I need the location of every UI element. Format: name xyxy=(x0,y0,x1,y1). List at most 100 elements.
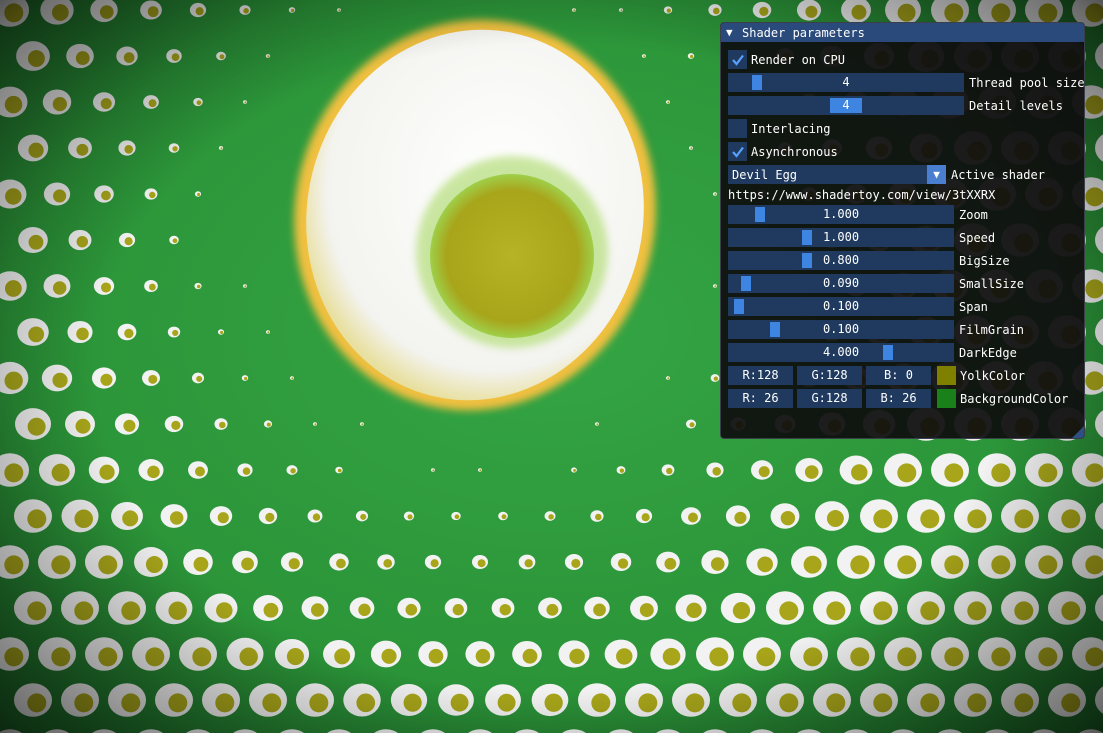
small-egg-yolk xyxy=(991,555,1011,575)
small-egg-yolk xyxy=(732,693,752,713)
param-row-smallsize: 0.090 SmallSize xyxy=(728,274,1024,293)
small-egg-yolk xyxy=(428,648,444,664)
resize-grip-icon[interactable] xyxy=(1072,426,1084,438)
yolk-color-label: YolkColor xyxy=(960,368,1026,383)
small-egg-yolk xyxy=(288,558,300,570)
thread-pool-label: Thread pool size xyxy=(969,75,1085,90)
small-egg-yolk xyxy=(779,601,799,621)
small-egg-yolk xyxy=(803,555,822,574)
small-egg-yolk xyxy=(193,556,209,572)
slider-value: 4 xyxy=(842,98,850,112)
param-row-speed: 1.000 Speed xyxy=(728,228,995,247)
param-row-filmgrain: 0.100 FilmGrain xyxy=(728,320,1024,339)
small-egg-yolk xyxy=(99,464,115,480)
param-slider-filmgrain[interactable]: 0.100 xyxy=(728,320,954,339)
small-egg-yolk xyxy=(244,101,247,104)
small-egg-yolk xyxy=(967,693,987,713)
param-slider-speed[interactable]: 1.000 xyxy=(728,228,954,247)
small-egg-yolk xyxy=(571,558,581,568)
active-shader-combo[interactable]: Devil Egg ▼ xyxy=(728,165,946,184)
small-egg-yolk xyxy=(27,693,47,713)
yolk-color-g-field[interactable]: G:128 xyxy=(797,366,862,385)
small-egg-yolk xyxy=(52,97,67,112)
window-titlebar[interactable]: ▼ Shader parameters xyxy=(721,23,1084,42)
small-egg-yolk xyxy=(215,693,235,713)
shader-parameters-window[interactable]: ▼ Shader parameters Render on CPU 4 Thre… xyxy=(720,22,1085,439)
small-egg-yolk xyxy=(499,604,511,616)
yolk-color-swatch[interactable] xyxy=(937,366,956,385)
interlacing-row: Interlacing xyxy=(728,119,830,138)
small-egg-yolk xyxy=(100,98,112,110)
small-egg-yolk xyxy=(266,422,271,427)
chevron-down-icon[interactable]: ▼ xyxy=(927,165,946,184)
asynchronous-row: Asynchronous xyxy=(728,142,838,161)
small-egg-yolk xyxy=(666,8,671,13)
param-label: SmallSize xyxy=(959,276,1025,291)
small-egg-yolk xyxy=(75,418,91,434)
background-color-b-field[interactable]: B: 26 xyxy=(866,389,931,408)
shader-url-row: https://www.shadertoy.com/view/3tXXRX xyxy=(728,185,995,204)
small-egg-yolk xyxy=(172,238,178,244)
interlacing-checkbox[interactable] xyxy=(728,119,747,138)
small-egg-yolk xyxy=(4,280,22,297)
small-egg-yolk xyxy=(74,601,94,621)
small-egg-yolk xyxy=(1038,3,1058,23)
param-slider-span[interactable]: 0.100 xyxy=(728,297,954,316)
background-color-swatch[interactable] xyxy=(937,389,956,408)
render-on-cpu-row: Render on CPU xyxy=(728,50,845,69)
small-egg-yolk xyxy=(920,693,940,713)
small-egg-yolk xyxy=(1038,555,1058,575)
small-egg-yolk xyxy=(121,693,141,713)
param-label: Zoom xyxy=(959,207,988,222)
yolk-color-r-field[interactable]: R:128 xyxy=(728,366,793,385)
background-color-r-field[interactable]: R: 26 xyxy=(728,389,793,408)
small-egg-yolk xyxy=(662,647,681,666)
background-color-g-field[interactable]: G:128 xyxy=(797,389,862,408)
small-egg-yolk xyxy=(336,558,346,569)
small-egg-yolk xyxy=(145,556,163,574)
yolk-color-b-field[interactable]: B: 0 xyxy=(866,366,931,385)
small-egg-yolk xyxy=(381,648,397,664)
param-label: FilmGrain xyxy=(959,322,1025,337)
small-egg-yolk xyxy=(450,693,469,712)
param-slider-bigsize[interactable]: 0.800 xyxy=(728,251,954,270)
render-on-cpu-checkbox[interactable] xyxy=(728,50,747,69)
small-egg-yolk xyxy=(641,513,650,522)
small-egg-yolk xyxy=(967,509,987,529)
thread-pool-slider[interactable]: 4 xyxy=(728,73,964,92)
detail-levels-label: Detail levels xyxy=(969,98,1063,113)
small-egg-yolk xyxy=(873,601,893,621)
small-egg-yolk xyxy=(596,423,599,426)
param-label: Span xyxy=(959,299,988,314)
active-shader-label: Active shader xyxy=(951,167,1045,182)
small-egg-yolk xyxy=(27,50,45,67)
small-egg-yolk xyxy=(595,513,602,521)
triangle-down-icon[interactable]: ▼ xyxy=(726,26,734,39)
param-slider-smallsize[interactable]: 0.090 xyxy=(728,274,954,293)
param-row-bigsize: 0.800 BigSize xyxy=(728,251,1010,270)
small-egg-yolk xyxy=(944,3,964,23)
slider-value: 4 xyxy=(842,75,850,89)
small-egg-yolk xyxy=(638,693,658,713)
checkmark-icon xyxy=(731,54,744,66)
small-egg-yolk xyxy=(690,147,693,150)
small-egg-yolk xyxy=(76,235,89,248)
small-egg-yolk xyxy=(52,281,67,295)
small-egg-yolk xyxy=(263,602,279,618)
small-egg-yolk xyxy=(548,514,554,520)
small-egg-yolk xyxy=(28,234,44,250)
param-slider-darkedge[interactable]: 4.000 xyxy=(728,343,954,362)
small-egg-yolk xyxy=(52,372,68,388)
detail-levels-slider[interactable]: 4 xyxy=(728,96,964,115)
small-egg-yolk xyxy=(524,559,533,568)
asynchronous-checkbox[interactable] xyxy=(728,142,747,161)
small-egg-yolk xyxy=(265,512,275,522)
small-egg-yolk xyxy=(643,55,646,58)
small-egg-yolk xyxy=(291,8,295,13)
small-egg-yolk xyxy=(639,603,654,618)
small-egg-yolk xyxy=(619,468,625,473)
background-color-row: R: 26 G:128 B: 26 BackgroundColor xyxy=(728,389,1068,408)
small-egg-yolk xyxy=(171,420,181,431)
window-title: Shader parameters xyxy=(742,25,865,40)
param-slider-zoom[interactable]: 1.000 xyxy=(728,205,954,224)
